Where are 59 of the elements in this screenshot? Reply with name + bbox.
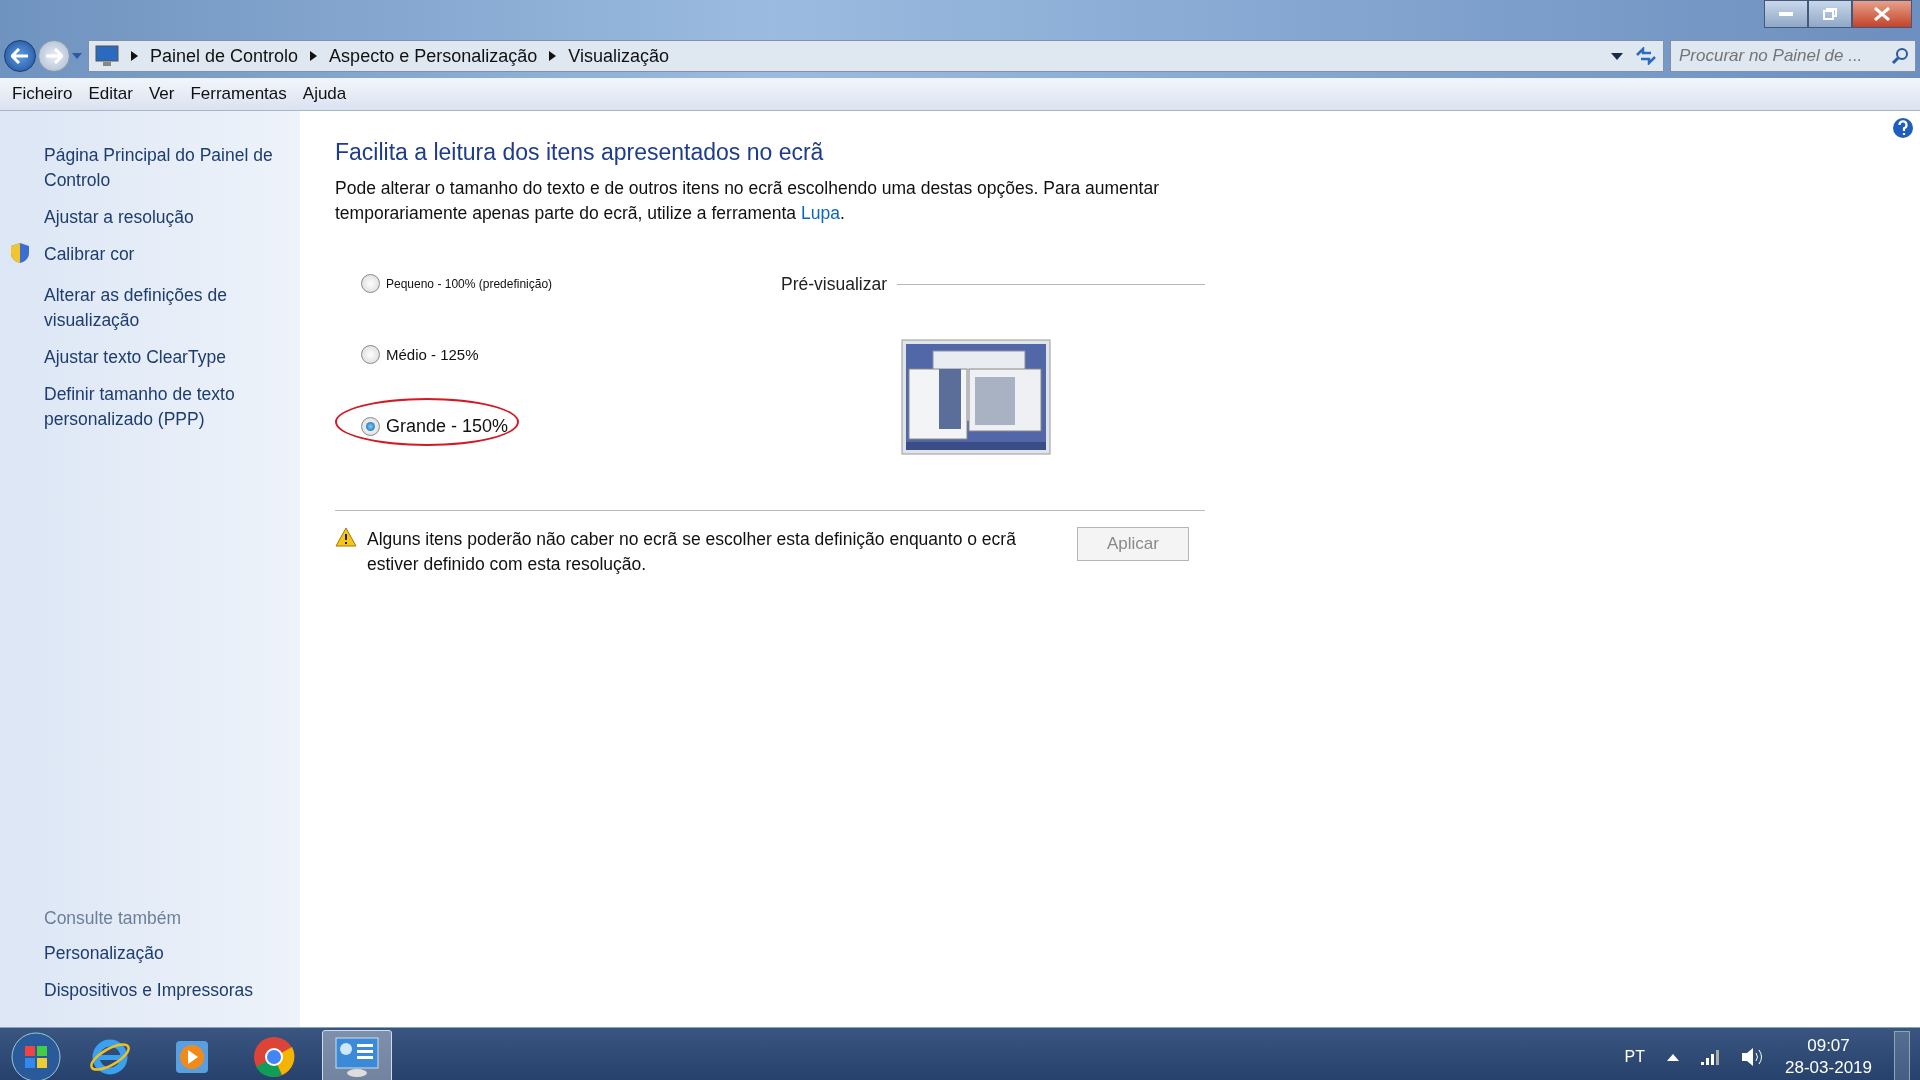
help-icon[interactable] — [1892, 117, 1914, 139]
option-label[interactable]: Médio - 125% — [386, 346, 479, 363]
menu-item[interactable]: Ver — [140, 82, 183, 106]
menu-item[interactable]: Ficheiro — [4, 82, 81, 106]
address-bar[interactable]: Painel de Controlo Aspecto e Personalização Visualização — [88, 40, 1664, 72]
option-label[interactable]: Grande - 150% — [386, 416, 509, 437]
search-input[interactable]: Procurar no Painel de ... — [1677, 45, 1891, 67]
restore-icon — [1823, 8, 1837, 20]
radio-button[interactable] — [361, 345, 380, 364]
minimize-icon — [1779, 12, 1793, 16]
breadcrumb-item[interactable]: Aspecto e Personalização — [329, 45, 538, 67]
clock-date[interactable]: 28-03-2019 — [1785, 1057, 1872, 1079]
shield-icon — [10, 242, 30, 264]
back-button[interactable] — [4, 40, 36, 72]
sidebar-link[interactable]: Ajustar texto ClearType — [44, 345, 226, 370]
sidebar-link[interactable]: Personalização — [44, 941, 164, 966]
start-button[interactable] — [10, 1031, 62, 1080]
sidebar-link[interactable]: Calibrar cor — [44, 242, 135, 271]
clock-time[interactable]: 09:07 — [1785, 1035, 1872, 1057]
sidebar-link[interactable]: Alterar as definições de visualização — [44, 283, 284, 333]
chevron-icon[interactable] — [310, 51, 318, 61]
warning-icon — [335, 527, 357, 547]
minimize-button[interactable] — [1764, 0, 1808, 28]
radio-button[interactable] — [361, 274, 380, 293]
menu-item[interactable]: Ajuda — [294, 82, 355, 106]
breadcrumb-item[interactable]: Visualização — [568, 45, 669, 67]
sidebar-link[interactable]: Dispositivos e Impressoras — [44, 978, 254, 1003]
chevron-icon[interactable] — [549, 51, 557, 61]
show-hidden-icons-icon[interactable] — [1667, 1053, 1680, 1061]
sidebar-link[interactable]: Página Principal do Painel de Controlo — [44, 143, 284, 193]
menu-item[interactable]: Ferramentas — [182, 82, 295, 106]
restore-button[interactable] — [1808, 0, 1852, 28]
menu-item[interactable]: Editar — [80, 82, 141, 106]
right-arrow-icon — [45, 48, 63, 64]
close-button[interactable] — [1852, 0, 1912, 28]
speaker-icon[interactable] — [1741, 1047, 1764, 1067]
taskbar-control-panel-icon[interactable] — [322, 1030, 392, 1080]
show-desktop-button[interactable] — [1894, 1031, 1910, 1080]
monitor-icon — [95, 45, 119, 67]
magnifier-link[interactable]: Lupa — [800, 203, 840, 223]
radio-button[interactable] — [361, 417, 380, 436]
preview-label: Pré-visualizar — [781, 274, 887, 295]
description-text: Pode alterar o tamanho do texto e de outros itens no ecrã escolhendo uma destas opções. Para aumentar temporariamente apenas parte do ecrã, utilize a ferramenta Lupa. — [335, 177, 1160, 225]
warning-text: Alguns itens poderão não caber no ecrã se escolher esta definição enquanto o ecrã estiver definido com esta resolução. — [367, 528, 1017, 576]
search-icon[interactable] — [1891, 47, 1909, 65]
left-arrow-icon — [11, 48, 29, 64]
sidebar-link[interactable]: Ajustar a resolução — [44, 205, 194, 230]
dropdown-arrow-icon[interactable] — [1611, 52, 1623, 60]
breadcrumb-item[interactable]: Painel de Controlo — [150, 45, 299, 67]
refresh-icon[interactable] — [1635, 47, 1657, 65]
language-indicator[interactable]: PT — [1624, 1048, 1646, 1066]
close-icon — [1874, 7, 1890, 21]
search-field[interactable]: Procurar no Painel de ... — [1670, 40, 1916, 72]
option-label[interactable]: Pequeno - 100% (predefinição) — [386, 276, 553, 291]
page-heading: Facilita a leitura dos itens apresentados no ecrã — [335, 139, 825, 166]
see-also-heading: Consulte também — [43, 907, 183, 930]
chevron-icon[interactable] — [131, 51, 138, 61]
signal-bars-icon[interactable] — [1701, 1049, 1720, 1065]
sidebar-link[interactable]: Definir tamanho de texto personalizado (PPP) — [44, 382, 284, 432]
